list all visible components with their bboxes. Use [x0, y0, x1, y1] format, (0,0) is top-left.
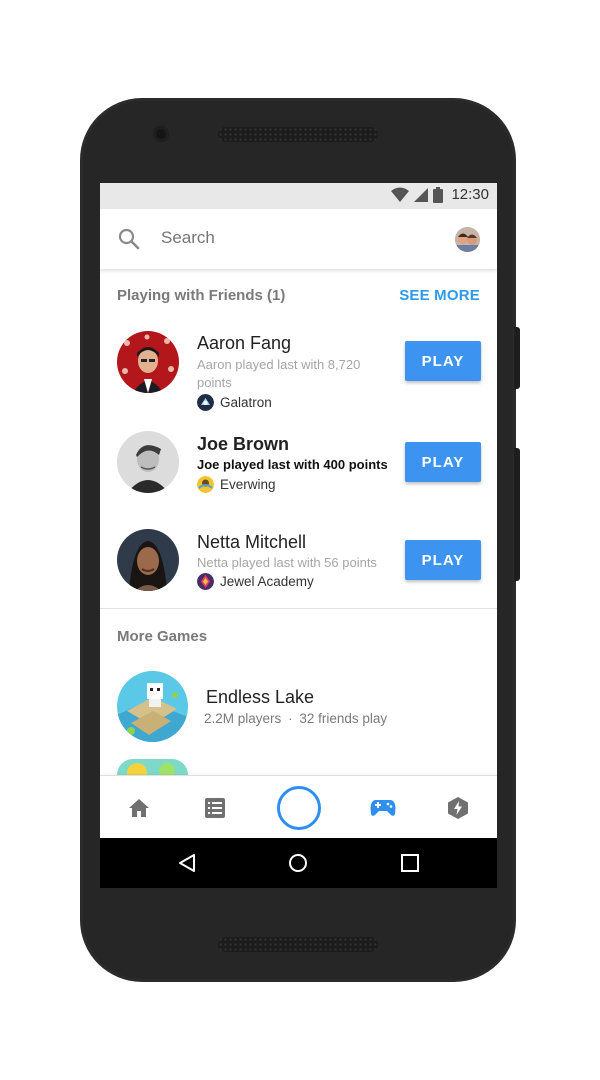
battery-icon — [433, 186, 444, 203]
avatar[interactable] — [117, 529, 179, 591]
status-bar: 12:30 — [100, 183, 497, 209]
wifi-icon — [391, 187, 410, 202]
jewel-academy-icon — [197, 573, 214, 590]
friend-score-detail: Aaron played last with 8,720 points — [197, 357, 361, 390]
play-button[interactable]: PLAY — [405, 442, 481, 482]
back-icon[interactable] — [177, 853, 197, 873]
status-time: 12:30 — [451, 186, 489, 203]
nav-discover[interactable] — [438, 776, 478, 839]
avatar[interactable] — [117, 431, 179, 493]
player-count: 2.2M players — [204, 711, 282, 726]
bottom-speaker — [218, 937, 378, 952]
friend-score-detail: Netta played last with 56 points — [197, 555, 377, 570]
friend-name: Netta Mitchell — [197, 532, 307, 552]
nav-camera[interactable] — [275, 776, 323, 839]
games-icon[interactable] — [370, 799, 396, 817]
game-name: Galatron — [220, 395, 272, 410]
meta-separator: · — [288, 711, 293, 726]
friend-game[interactable]: Jewel Academy — [197, 573, 314, 590]
search-input[interactable] — [161, 228, 421, 248]
search-icon[interactable] — [118, 228, 140, 250]
home-icon[interactable] — [128, 798, 150, 818]
friend-game[interactable]: Everwing — [197, 476, 276, 493]
system-nav-bar — [100, 838, 497, 888]
profile-avatar[interactable] — [455, 227, 480, 252]
avatar[interactable] — [117, 331, 179, 393]
endless-lake-thumbnail[interactable] — [117, 671, 188, 742]
friends-section-title: Playing with Friends (1) — [117, 287, 286, 304]
recents-button[interactable] — [390, 838, 430, 888]
everwing-icon — [197, 476, 214, 493]
friend-row: Netta Mitchell Netta played last with 56… — [100, 529, 497, 609]
signal-icon — [414, 187, 429, 202]
front-camera — [153, 126, 169, 142]
galatron-icon — [197, 394, 214, 411]
game-row[interactable]: Endless Lake 2.2M players · 32 friends p… — [100, 671, 497, 751]
list-icon[interactable] — [205, 797, 225, 818]
status-icons: 12:30 — [391, 186, 489, 203]
home-button[interactable] — [278, 838, 318, 888]
home-circle-icon[interactable] — [288, 853, 308, 873]
see-more-link[interactable]: SEE MORE — [399, 287, 480, 304]
section-divider — [100, 608, 497, 609]
nav-games[interactable] — [363, 776, 403, 839]
friends-count: 32 friends play — [299, 711, 388, 726]
screen: 12:30 Playing with Friends (1) SEE MORE — [100, 183, 497, 888]
back-button[interactable] — [167, 838, 207, 888]
friend-name: Aaron Fang — [197, 333, 292, 353]
game-title: Endless Lake — [206, 687, 315, 707]
nav-home[interactable] — [119, 776, 159, 839]
friend-row: Joe Brown Joe played last with 400 point… — [100, 431, 497, 511]
friend-game[interactable]: Galatron — [197, 394, 272, 411]
friend-row: Aaron Fang Aaron played last with 8,720 … — [100, 331, 497, 421]
friend-score-detail: Joe played last with 400 points — [197, 457, 388, 472]
search-bar[interactable] — [100, 209, 497, 269]
game-stats: 2.2M players · 32 friends play — [204, 711, 387, 726]
discover-icon[interactable] — [448, 796, 468, 819]
friend-name: Joe Brown — [197, 434, 290, 454]
play-button[interactable]: PLAY — [405, 341, 481, 381]
play-button[interactable]: PLAY — [405, 540, 481, 580]
nav-list[interactable] — [195, 776, 235, 839]
volume-button — [514, 448, 520, 581]
recents-icon[interactable] — [401, 854, 419, 872]
bottom-nav — [100, 775, 497, 839]
game-name: Jewel Academy — [220, 574, 314, 589]
game-name: Everwing — [220, 477, 276, 492]
top-speaker — [218, 127, 378, 142]
more-games-title: More Games — [117, 628, 208, 645]
camera-icon[interactable] — [277, 785, 321, 830]
next-game-thumbnail[interactable] — [117, 759, 188, 775]
power-button — [514, 327, 520, 389]
